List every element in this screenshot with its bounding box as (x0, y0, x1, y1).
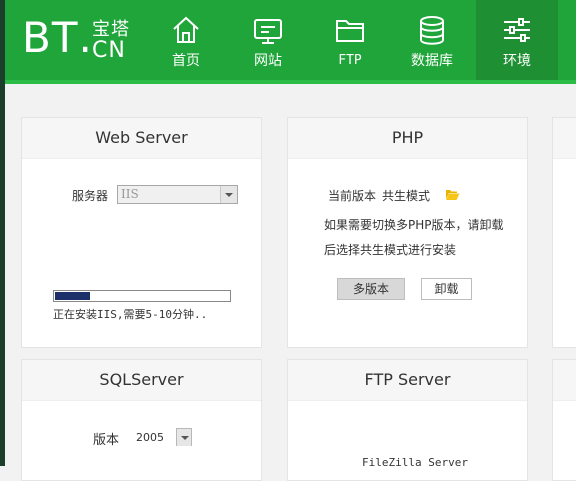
third-card-partial (552, 117, 576, 348)
sqlserver-version-select[interactable] (176, 428, 192, 446)
third-card-header (553, 118, 576, 159)
ftp-product-name: FileZilla Server (362, 456, 468, 469)
php-version-label: 当前版本 (328, 189, 377, 203)
sqlserver-version-value: 2005 (136, 431, 164, 444)
bt-logo[interactable]: BT. 宝塔 CN (22, 17, 129, 62)
nav-home[interactable]: 首页 (145, 0, 227, 80)
sqlserver-card: SQLServer 版本 2005 (21, 359, 262, 481)
ftp-server-card: FTP Server FileZilla Server (287, 359, 528, 481)
third-card-lower-header (553, 360, 576, 401)
header-shadow (5, 80, 576, 84)
top-nav-bar: BT. 宝塔 CN 首页 网站 FTP 数据库 环境 (5, 0, 576, 80)
monitor-icon (254, 19, 282, 44)
chevron-down-icon (220, 186, 237, 203)
php-desc-line2: 后选择共生模式进行安装 (324, 243, 457, 257)
sliders-icon (504, 18, 530, 42)
web-server-title: Web Server (22, 118, 261, 159)
nav-database[interactable]: 数据库 (391, 0, 473, 80)
multi-version-button[interactable]: 多版本 (337, 278, 405, 300)
sqlserver-version-label: 版本 (93, 433, 120, 448)
server-select[interactable]: IIS (117, 185, 238, 204)
logo-cn: CN (92, 38, 126, 63)
php-version-value: 共生模式 (382, 189, 431, 203)
server-label: 服务器 (72, 189, 109, 203)
folder-icon (336, 20, 364, 42)
sqlserver-title: SQLServer (22, 360, 261, 401)
logo-bt: BT (22, 13, 79, 62)
nav-environment[interactable]: 环境 (476, 0, 558, 80)
install-progress-fill (55, 292, 90, 300)
nav-environment-label: 环境 (503, 53, 531, 69)
home-icon (173, 16, 199, 43)
chevron-down-icon (177, 429, 191, 446)
php-title: PHP (288, 118, 527, 159)
logo-bao-ta: 宝塔 (92, 19, 130, 40)
install-progress-bar (53, 290, 231, 302)
open-folder-icon[interactable] (445, 188, 460, 201)
third-card-lower-partial (552, 359, 576, 481)
nav-website-label: 网站 (254, 53, 282, 69)
nav-home-label: 首页 (172, 53, 200, 69)
web-server-card: Web Server 服务器 IIS 正在安装IIS,需要5-10分钟.. (21, 117, 262, 348)
uninstall-button[interactable]: 卸载 (421, 278, 472, 300)
ftp-server-title: FTP Server (288, 360, 527, 401)
php-card: PHP 当前版本 共生模式 如果需要切换多PHP版本，请卸载 后选择共生模式进行… (287, 117, 528, 348)
install-status-text: 正在安装IIS,需要5-10分钟.. (53, 308, 208, 321)
nav-ftp[interactable]: FTP (309, 0, 391, 80)
nav-database-label: 数据库 (411, 53, 453, 69)
database-icon (420, 16, 444, 45)
nav-ftp-label: FTP (338, 53, 362, 68)
logo-dot: . (78, 13, 92, 62)
server-select-value: IIS (121, 187, 139, 201)
nav-website[interactable]: 网站 (227, 0, 309, 80)
php-desc-line1: 如果需要切换多PHP版本，请卸载 (324, 218, 504, 232)
